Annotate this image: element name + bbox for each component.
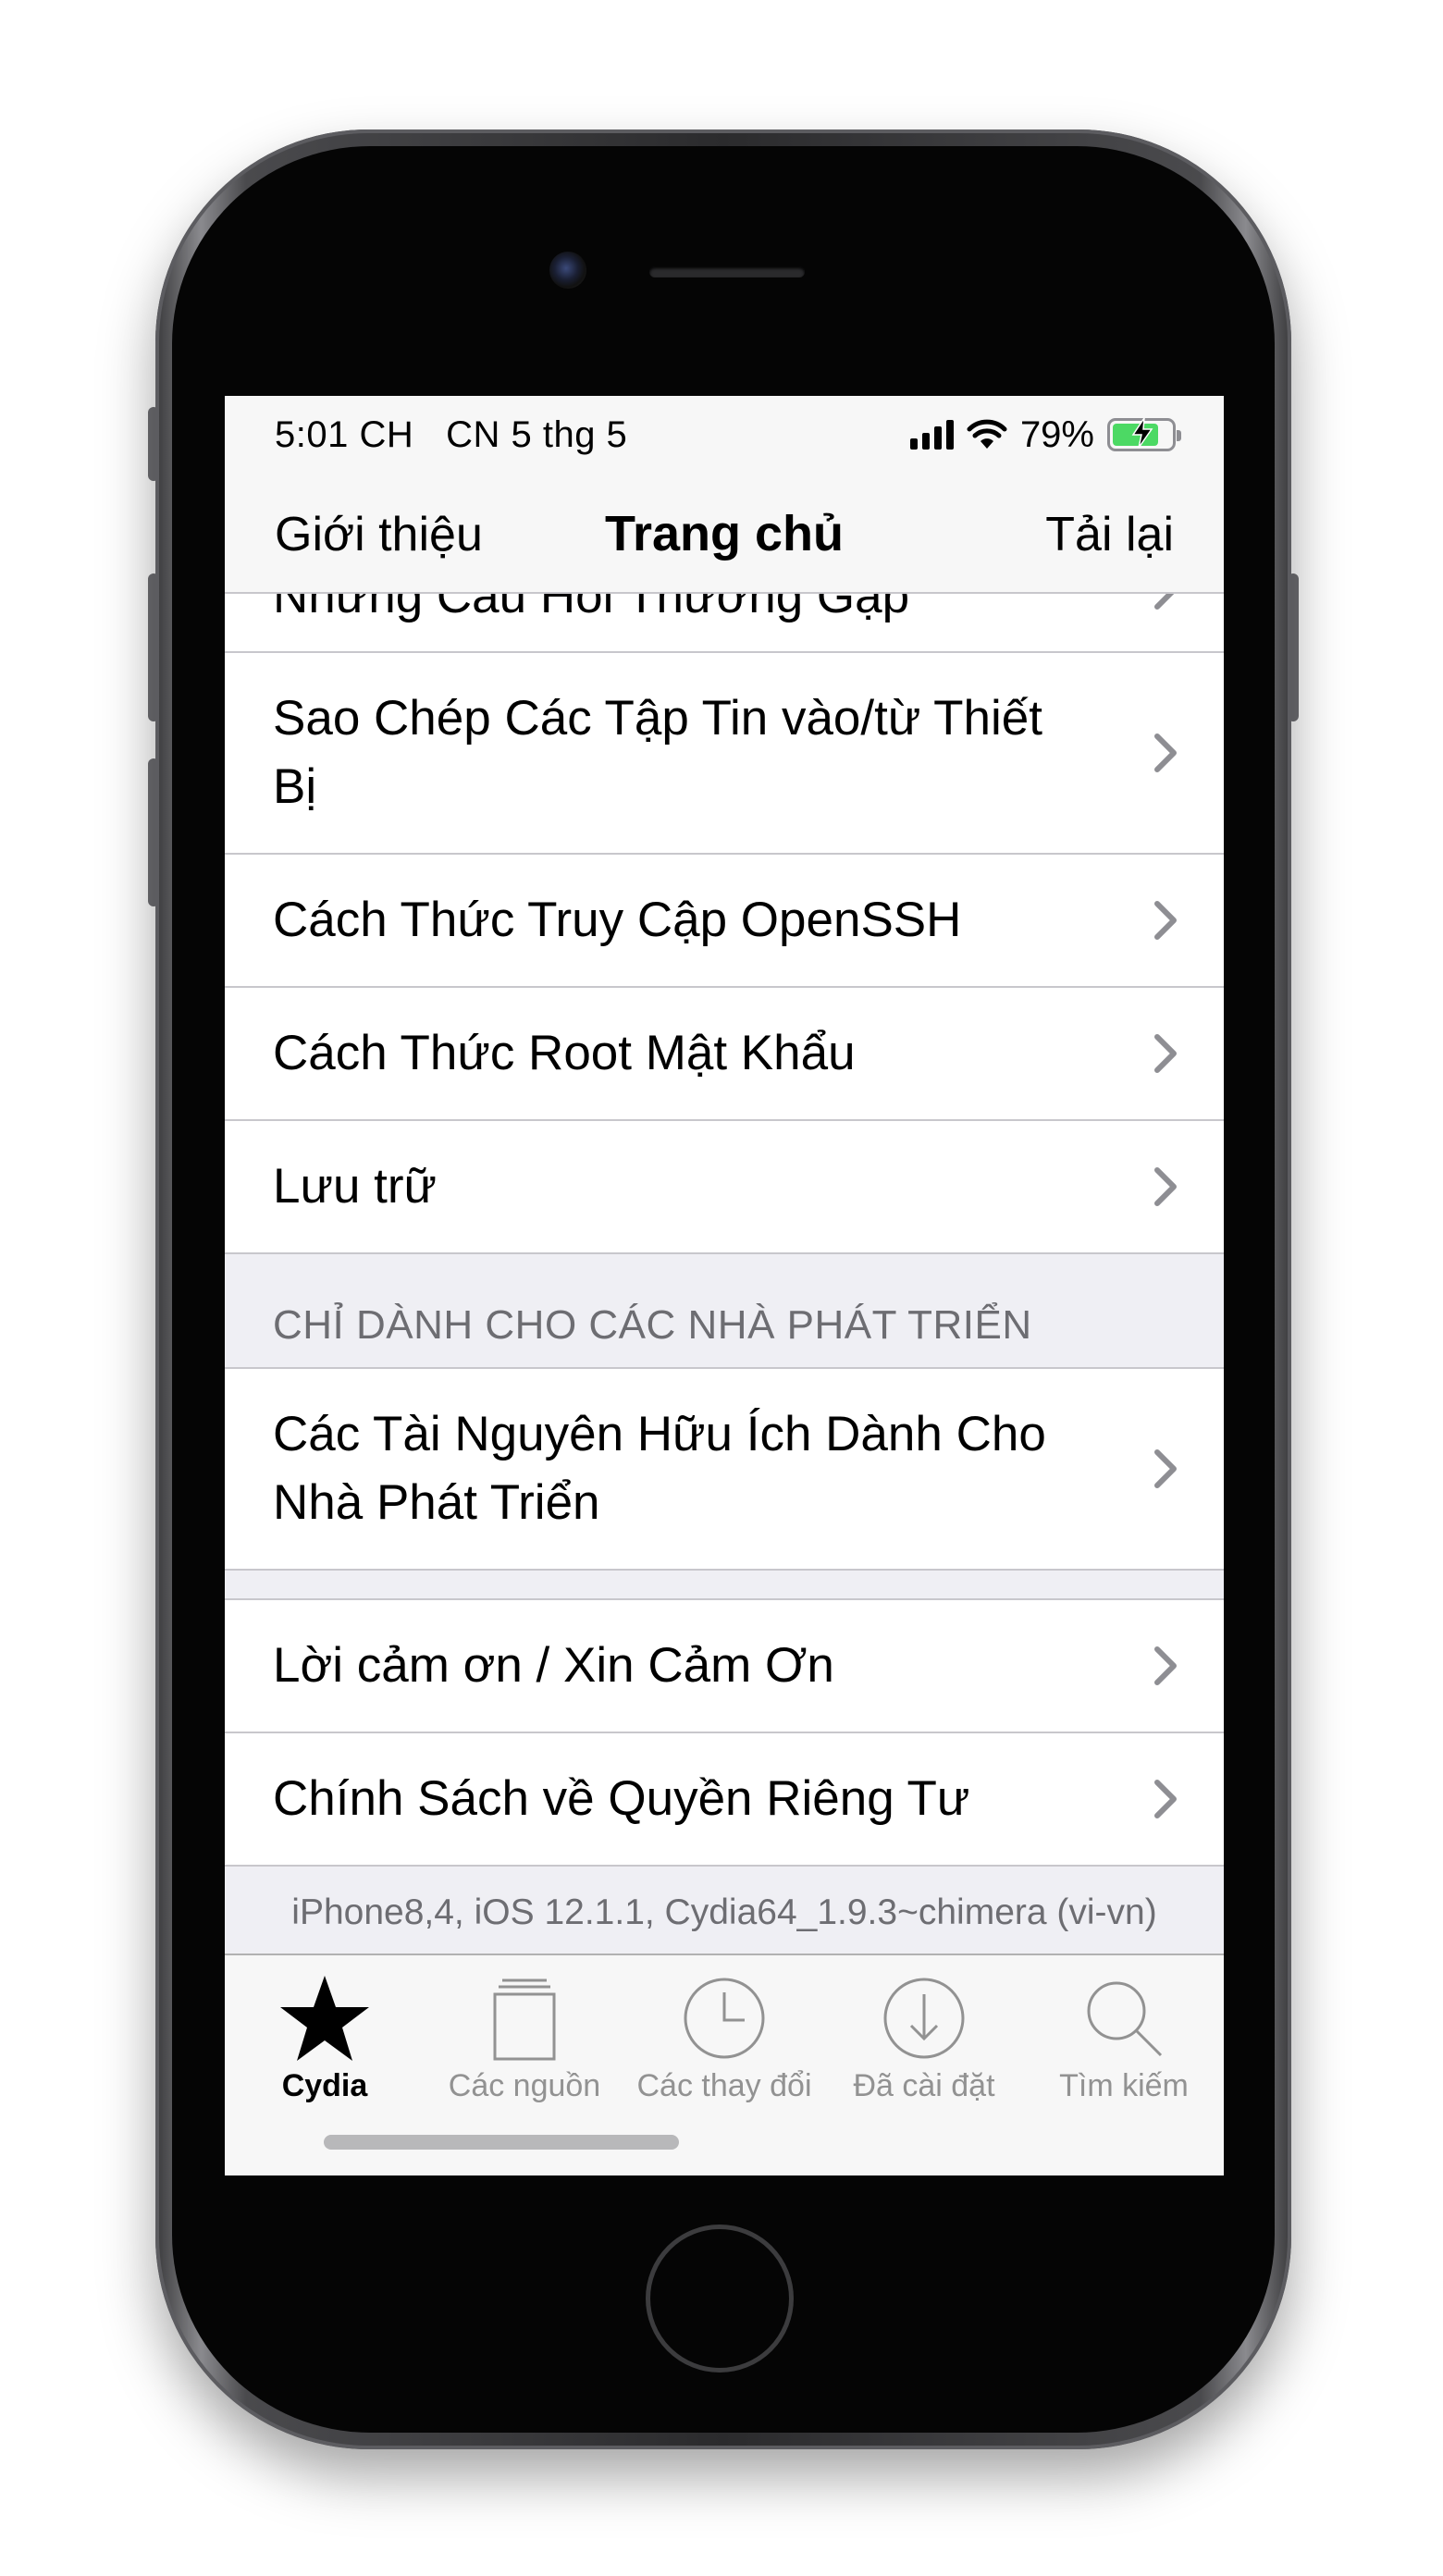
chevron-right-icon <box>1154 733 1177 772</box>
separator <box>225 1569 1224 1571</box>
home-indicator[interactable] <box>324 2135 679 2150</box>
chevron-right-icon <box>1154 1646 1177 1685</box>
battery-fill <box>1113 418 1158 448</box>
list-item-developer-resources[interactable]: Các Tài Nguyên Hữu Ích Dành Cho Nhà Phát… <box>225 1369 1224 1569</box>
download-icon <box>883 1978 965 2059</box>
tab-cydia[interactable]: Cydia <box>225 1955 425 2122</box>
tab-sources[interactable]: Các nguồn <box>425 1955 624 2122</box>
list-item-label: Cách Thức Root Mật Khẩu <box>273 1026 856 1080</box>
chevron-right-icon <box>1154 1167 1177 1206</box>
list-item-storage[interactable]: Lưu trữ <box>225 1121 1224 1252</box>
chevron-right-icon <box>1154 594 1175 610</box>
tab-label: Tìm kiếm <box>1059 2068 1189 2103</box>
wifi-icon <box>967 419 1007 449</box>
status-date: CN 5 thg 5 <box>446 414 628 455</box>
chevron-right-icon <box>1154 1449 1177 1488</box>
status-indicators: 79% <box>909 413 1181 457</box>
separator <box>225 1252 1224 1254</box>
tab-label: Các thay đổi <box>636 2068 812 2103</box>
list-item-label: Cách Thức Truy Cập OpenSSH <box>273 893 962 947</box>
list-item-privacy-policy[interactable]: Chính Sách về Quyền Riêng Tư <box>225 1733 1224 1865</box>
list-item-openssh[interactable]: Cách Thức Truy Cập OpenSSH <box>225 855 1224 986</box>
list-item-label: Lưu trữ <box>273 1159 438 1214</box>
list-item-label: Lời cảm ơn / Xin Cảm Ơn <box>273 1638 834 1693</box>
screen: 5:01 CH CN 5 thg 5 79% Giới thiệu Trang … <box>225 396 1224 2175</box>
clock-icon <box>684 1978 765 2059</box>
battery-icon <box>1107 418 1181 451</box>
status-time-date: 5:01 CH CN 5 thg 5 <box>275 414 627 456</box>
sources-icon <box>493 1978 556 2061</box>
star-icon <box>280 1976 369 2061</box>
battery-percent: 79% <box>1019 413 1094 455</box>
earpiece-speaker <box>649 266 805 277</box>
separator <box>225 1865 1224 1867</box>
tab-search[interactable]: Tìm kiếm <box>1024 1955 1224 2122</box>
reload-button[interactable]: Tải lại <box>1045 507 1174 562</box>
navigation-bar: Giới thiệu Trang chủ Tải lại <box>225 474 1224 594</box>
section-header-developers: CHỈ DÀNH CHO CÁC NHÀ PHÁT TRIỂN <box>273 1302 1032 1348</box>
list-item-label: Sao Chép Các Tập Tin vào/từ Thiết Bị <box>273 691 1042 814</box>
charging-bolt-icon <box>1131 418 1153 448</box>
list-item-copy-files[interactable]: Sao Chép Các Tập Tin vào/từ Thiết Bị <box>225 653 1224 853</box>
home-list: Những Câu Hỏi Thường Gặp Sao Chép Các Tậ… <box>225 594 1224 1954</box>
tab-changes[interactable]: Các thay đổi <box>624 1955 824 2122</box>
list-item-label: Chính Sách về Quyền Riêng Tư <box>273 1771 970 1826</box>
list-item-faq[interactable]: Những Câu Hỏi Thường Gặp <box>225 594 1224 651</box>
search-icon <box>1087 1981 1163 2057</box>
device-info-footer: iPhone8,4, iOS 12.1.1, Cydia64_1.9.3~chi… <box>291 1892 1157 1932</box>
list-item-credits[interactable]: Lời cảm ơn / Xin Cảm Ơn <box>225 1600 1224 1732</box>
list-item-root-password[interactable]: Cách Thức Root Mật Khẩu <box>225 988 1224 1119</box>
list-item-label: Những Câu Hỏi Thường Gặp <box>273 594 910 623</box>
tab-label: Cydia <box>281 2068 368 2103</box>
home-button[interactable] <box>646 2225 794 2373</box>
list-item-label: Các Tài Nguyên Hữu Ích Dành Cho Nhà Phát… <box>273 1407 1046 1530</box>
chevron-right-icon <box>1154 1034 1177 1073</box>
tab-installed[interactable]: Đã cài đặt <box>824 1955 1024 2122</box>
tab-label: Các nguồn <box>448 2068 601 2103</box>
chevron-right-icon <box>1154 901 1177 940</box>
front-camera <box>549 252 586 289</box>
cellular-signal-icon <box>909 420 954 450</box>
status-bar: 5:01 CH CN 5 thg 5 79% <box>225 396 1224 474</box>
chevron-right-icon <box>1154 1780 1177 1818</box>
tab-label: Đã cài đặt <box>853 2068 995 2103</box>
status-time: 5:01 CH <box>275 414 414 455</box>
